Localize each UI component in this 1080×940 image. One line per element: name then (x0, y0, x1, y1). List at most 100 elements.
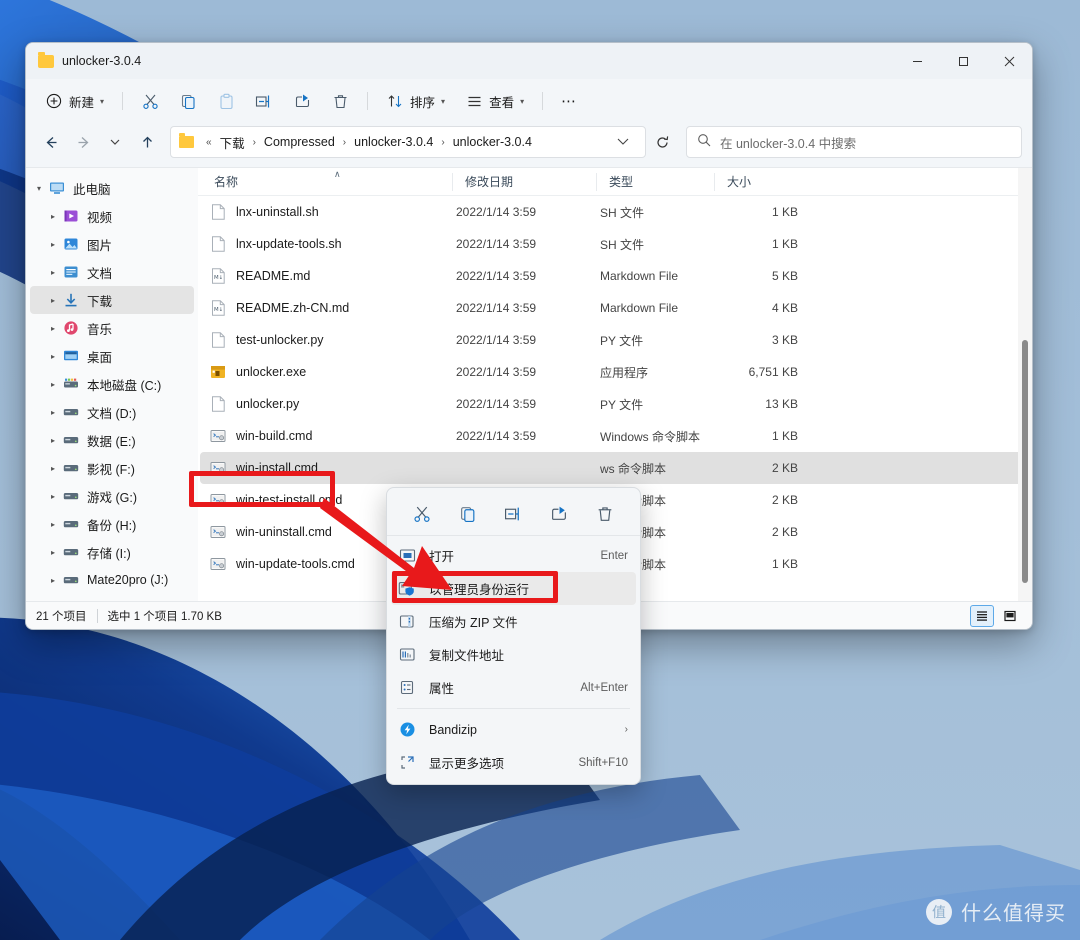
table-row[interactable]: unlocker.py 2022/1/14 3:59 PY 文件 13 KB (200, 388, 1030, 420)
delete-button[interactable] (322, 85, 358, 117)
sidebar-item-label: 音乐 (87, 322, 113, 337)
file-name-label: test-unlocker.py (236, 333, 324, 347)
breadcrumb-segment[interactable]: 下载 (217, 131, 248, 154)
sidebar-item-11[interactable]: ▸ 游戏 (G:) (30, 482, 194, 510)
file-name-cell: unlocker.exe (200, 364, 456, 380)
vertical-scrollbar[interactable] (1018, 168, 1032, 601)
share-button[interactable] (284, 85, 320, 117)
recent-locations-button[interactable] (100, 127, 130, 157)
chevron-right-icon[interactable]: ▸ (44, 240, 62, 249)
folder-icon (179, 133, 194, 148)
chevron-right-icon[interactable]: ▸ (44, 576, 62, 585)
context-menu-item-0[interactable]: 打开 Enter (391, 539, 636, 572)
share-icon[interactable] (544, 499, 574, 529)
drive-icon (62, 572, 79, 588)
paste-button[interactable] (208, 85, 244, 117)
chevron-down-icon[interactable]: ▾ (30, 184, 48, 193)
chevron-right-icon[interactable]: ▸ (44, 296, 62, 305)
details-view-button[interactable] (970, 604, 994, 627)
drive-icon (62, 488, 79, 504)
bandizip-icon (397, 721, 417, 739)
sidebar-item-8[interactable]: ▸ 文档 (D:) (30, 398, 194, 426)
sidebar-item-6[interactable]: ▸ 桌面 (30, 342, 194, 370)
column-header-size[interactable]: 大小 (714, 172, 798, 191)
sidebar-item-14[interactable]: ▸ Mate20pro (J:) (30, 566, 194, 594)
forward-button[interactable] (68, 127, 98, 157)
sidebar-item-7[interactable]: ▸ 本地磁盘 (C:) (30, 370, 194, 398)
table-row[interactable]: lnx-update-tools.sh 2022/1/14 3:59 SH 文件 1 … (200, 228, 1030, 260)
table-row[interactable]: M↓ README.zh-CN.md 2022/1/14 3:59 Markdown … (200, 292, 1030, 324)
minimize-button[interactable] (894, 43, 940, 79)
copy-icon[interactable] (453, 499, 483, 529)
sidebar-item-9[interactable]: ▸ 数据 (E:) (30, 426, 194, 454)
breadcrumb-segment[interactable]: unlocker-3.0.4 (450, 133, 535, 151)
more-options-button[interactable]: ⋯ (552, 85, 586, 117)
context-menu-item-5[interactable]: Bandizip › (391, 713, 636, 746)
sidebar-item-4[interactable]: ▸ 下载 (30, 286, 194, 314)
chevron-right-icon[interactable]: ▸ (44, 492, 62, 501)
cut-button[interactable] (132, 85, 168, 117)
chevron-right-icon[interactable]: ▸ (44, 380, 62, 389)
close-button[interactable] (986, 43, 1032, 79)
rename-icon[interactable] (498, 499, 528, 529)
file-date-cell: 2022/1/14 3:59 (456, 429, 537, 443)
breadcrumb-segment[interactable]: unlocker-3.0.4 (351, 133, 436, 151)
table-row[interactable]: lnx-uninstall.sh 2022/1/14 3:59 SH 文件 1 KB (200, 196, 1030, 228)
cut-icon[interactable] (407, 499, 437, 529)
large-icons-view-button[interactable] (998, 605, 1022, 627)
chevron-right-icon[interactable]: ▸ (44, 548, 62, 557)
breadcrumb-dropdown-icon[interactable] (607, 137, 639, 148)
back-button[interactable] (36, 127, 66, 157)
sidebar-item-12[interactable]: ▸ 备份 (H:) (30, 510, 194, 538)
context-menu-item-4[interactable]: 属性 Alt+Enter (391, 671, 636, 704)
sidebar-item-5[interactable]: ▸ 音乐 (30, 314, 194, 342)
breadcrumb[interactable]: « 下载 › Compressed › unlocker-3.0.4 › unl… (170, 126, 646, 158)
context-menu-accelerator: Enter (600, 549, 629, 562)
sidebar-item-label: 文档 (87, 266, 113, 281)
sort-button[interactable]: 排序 ▾ (377, 85, 454, 117)
sidebar-item-3[interactable]: ▸ 文档 (30, 258, 194, 286)
chevron-right-icon[interactable]: ▸ (44, 464, 62, 473)
scrollbar-thumb[interactable] (1022, 340, 1028, 583)
breadcrumb-separator: › (342, 136, 347, 148)
column-header-name[interactable]: 名称 ∧ (202, 169, 452, 191)
context-menu-item-2[interactable]: 压缩为 ZIP 文件 (391, 605, 636, 638)
table-row[interactable]: test-unlocker.py 2022/1/14 3:59 PY 文件 3 KB (200, 324, 1030, 356)
context-menu-item-3[interactable]: 复制文件地址 (391, 638, 636, 671)
table-row[interactable]: win-build.cmd 2022/1/14 3:59 Windows 命令脚本 1… (200, 420, 1030, 452)
navigation-pane[interactable]: ▾ 此电脑 ▸ 视频 ▸ 图片 ▸ 文档 ▸ 下载 ▸ 音乐 ▸ 桌面 ▸ 本地磁盘 (C:) ▸ 文档 (D:)… (26, 168, 198, 601)
sidebar-item-13[interactable]: ▸ 存储 (I:) (30, 538, 194, 566)
maximize-button[interactable] (940, 43, 986, 79)
chevron-right-icon[interactable]: ▸ (44, 268, 62, 277)
new-button[interactable]: 新建 ▾ (36, 85, 113, 117)
sidebar-item-10[interactable]: ▸ 影视 (F:) (30, 454, 194, 482)
breadcrumb-segment[interactable]: Compressed (261, 133, 338, 151)
chevron-right-icon[interactable]: ▸ (44, 212, 62, 221)
table-row[interactable]: M↓ README.md 2022/1/14 3:59 Markdown File 5 … (200, 260, 1030, 292)
sidebar-item-15[interactable]: ▸本地磁盘 (K:) (30, 594, 194, 601)
search-input[interactable]: 在 unlocker-3.0.4 中搜索 (686, 126, 1022, 158)
rename-button[interactable] (246, 85, 282, 117)
chevron-right-icon[interactable]: ▸ (44, 436, 62, 445)
chevron-right-icon[interactable]: ▸ (44, 352, 62, 361)
sidebar-item-1[interactable]: ▸ 视频 (30, 202, 194, 230)
column-header-date[interactable]: 修改日期 (452, 172, 596, 191)
sidebar-item-label: 备份 (H:) (87, 518, 137, 533)
chevron-right-icon[interactable]: ▸ (44, 324, 62, 333)
copy-button[interactable] (170, 85, 206, 117)
context-menu-item-1[interactable]: 以管理员身份运行 (391, 572, 636, 605)
table-row[interactable]: win-install.cmd ws 命令脚本 2 KB (200, 452, 1030, 484)
context-menu-item-6[interactable]: 显示更多选项 Shift+F10 (391, 746, 636, 779)
view-button[interactable]: 查看 ▾ (456, 85, 533, 117)
sidebar-item-2[interactable]: ▸ 图片 (30, 230, 194, 258)
chevron-right-icon[interactable]: ▸ (44, 520, 62, 529)
refresh-button[interactable] (648, 128, 676, 156)
sidebar-item-0[interactable]: ▾ 此电脑 (30, 174, 194, 202)
file-name-cell: win-install.cmd (200, 460, 456, 476)
chevron-right-icon[interactable]: ▸ (44, 408, 62, 417)
file-type-cell: Markdown File (600, 301, 679, 315)
delete-icon[interactable] (590, 499, 620, 529)
table-row[interactable]: unlocker.exe 2022/1/14 3:59 应用程序 6,751 KB (200, 356, 1030, 388)
column-header-type[interactable]: 类型 (596, 172, 714, 191)
up-button[interactable] (132, 127, 162, 157)
